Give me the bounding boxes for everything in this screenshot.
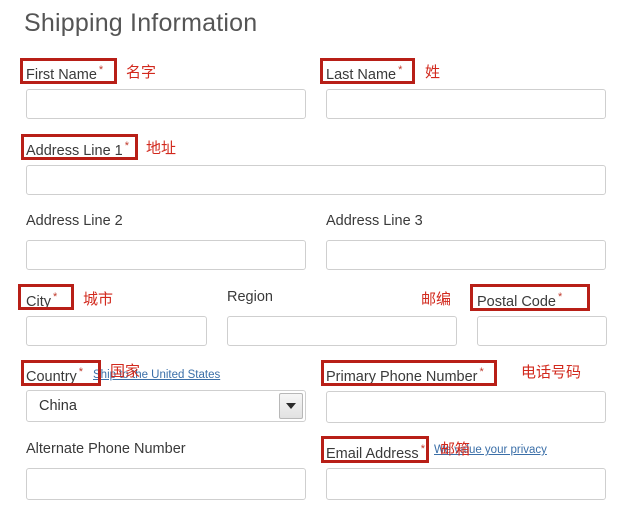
city-required-marker: *	[52, 291, 58, 303]
address-line-1-required-marker: *	[124, 140, 130, 152]
annotation-cn-city: 城市	[83, 290, 114, 308]
chevron-down-icon[interactable]	[279, 393, 303, 419]
alternate-phone-number-input[interactable]	[26, 468, 306, 500]
first-name-label-text: First Name	[26, 66, 97, 83]
postal-code-required-marker: *	[558, 291, 563, 303]
first-name-required-marker: *	[98, 64, 104, 76]
annotation-cn-last-name: 姓	[425, 63, 441, 81]
last-name-input[interactable]	[326, 89, 606, 119]
region-input[interactable]	[227, 316, 457, 346]
alternate-phone-number-label: Alternate Phone Number	[26, 441, 186, 457]
address-line-1-label: Address Line 1 *	[26, 137, 129, 161]
postal-code-label: Postal Code *	[477, 288, 562, 312]
email-address-label-text: Email Address	[326, 445, 419, 462]
country-label-text: Country	[26, 368, 77, 385]
primary-phone-number-label: Primary Phone Number *	[326, 363, 484, 387]
city-label: City *	[26, 288, 57, 312]
primary-phone-number-input[interactable]	[326, 391, 606, 423]
email-address-required-marker: *	[420, 443, 425, 455]
first-name-label: First Name *	[26, 61, 103, 85]
country-select-value: China	[39, 398, 77, 414]
primary-phone-number-label-text: Primary Phone Number	[326, 368, 478, 385]
country-label: Country *	[26, 363, 83, 387]
address-line-2-label: Address Line 2	[26, 213, 123, 229]
region-label: Region	[227, 289, 273, 305]
annotation-cn-country: 国家	[110, 362, 141, 380]
annotation-cn-email-address: 邮箱	[440, 440, 471, 458]
email-address-label: Email Address *	[326, 440, 425, 464]
country-select[interactable]: China	[26, 390, 306, 422]
annotation-cn-postal-code: 邮编	[421, 290, 452, 308]
annotation-cn-primary-phone-number: 电话号码	[521, 363, 582, 381]
address-line-2-input[interactable]	[26, 240, 306, 270]
last-name-label-text: Last Name	[326, 66, 397, 83]
postal-code-input[interactable]	[477, 316, 607, 346]
country-required-marker: *	[78, 366, 84, 378]
annotation-cn-first-name: 名字	[126, 63, 157, 81]
last-name-label: Last Name *	[326, 61, 402, 85]
postal-code-label-text: Postal Code	[477, 293, 556, 310]
last-name-required-marker: *	[398, 64, 403, 76]
address-line-3-label: Address Line 3	[326, 213, 423, 229]
email-address-input[interactable]	[326, 468, 606, 500]
primary-phone-number-required-marker: *	[479, 366, 484, 378]
city-input[interactable]	[26, 316, 207, 346]
address-line-1-label-text: Address Line 1	[26, 142, 123, 159]
city-label-text: City	[26, 293, 51, 310]
page-title: Shipping Information	[24, 9, 258, 37]
annotation-cn-address-line-1: 地址	[146, 139, 177, 157]
address-line-1-input[interactable]	[26, 165, 606, 195]
first-name-input[interactable]	[26, 89, 306, 119]
address-line-3-input[interactable]	[326, 240, 606, 270]
